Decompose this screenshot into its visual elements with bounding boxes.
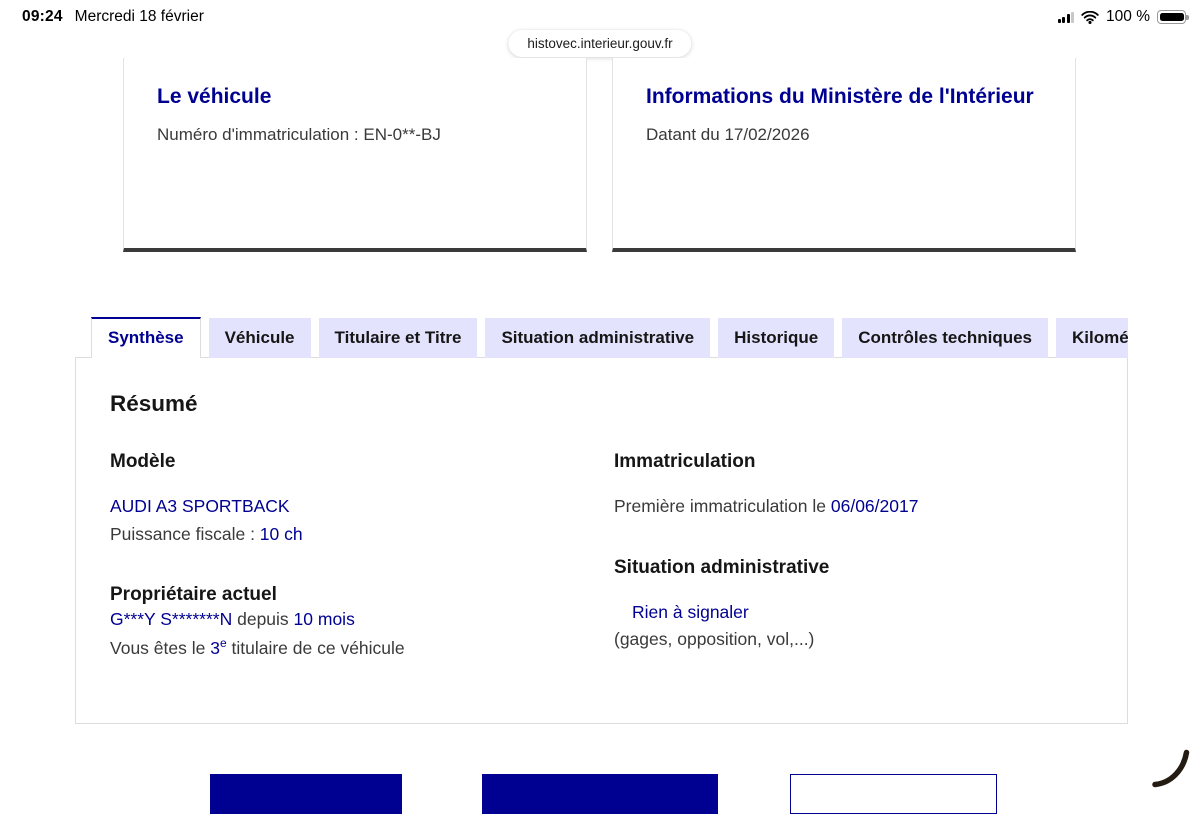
tab-historique[interactable]: Historique	[718, 318, 835, 358]
holder-rank-ordinal: e	[219, 635, 227, 650]
model-heading: Modèle	[110, 451, 176, 472]
model-name: AUDI A3 SPORTBACK	[110, 493, 580, 521]
footer-button-1[interactable]	[210, 774, 402, 814]
footer-button-2[interactable]	[482, 774, 718, 814]
summary-left-column: Modèle AUDI A3 SPORTBACK Puissance fisca…	[110, 451, 580, 662]
panel-title: Résumé	[110, 391, 198, 416]
ministry-info-card-body: Datant du 17/02/2026	[646, 124, 810, 144]
vehicle-card-title: Le véhicule	[157, 85, 272, 108]
status-bar: 09:24 Mercredi 18 février 100 %	[0, 0, 1200, 34]
owner-name-value: G***Y S*******N	[110, 609, 233, 630]
first-registration-label: Première immatriculation le	[614, 496, 831, 516]
tab-situation-administrative[interactable]: Situation administrative	[485, 318, 711, 358]
cards-row: Le véhicule Numéro d'immatriculation : E…	[123, 58, 1076, 252]
tab-vehicule[interactable]: Véhicule	[208, 318, 311, 358]
report-tabs: Synthèse Véhicule Titulaire et Titre Sit…	[91, 317, 1128, 358]
owner-heading: Propriétaire actuel	[110, 584, 277, 606]
tab-controles-techniques[interactable]: Contrôles techniques	[842, 318, 1049, 358]
address-bar-url: histovec.interieur.gouv.fr	[527, 36, 673, 51]
tab-synthese[interactable]: Synthèse	[91, 317, 201, 358]
holder-rank-value: 3	[210, 637, 220, 658]
owner-since-label: depuis	[232, 609, 294, 630]
model-name-value: AUDI A3 SPORTBACK	[110, 496, 290, 516]
admin-status-note: (gages, opposition, vol,...)	[614, 629, 815, 650]
wifi-icon	[1081, 10, 1099, 24]
clock-label: 09:24	[22, 8, 63, 25]
admin-status-heading: Situation administrative	[614, 556, 830, 578]
summary-right-column: Immatriculation Première immatriculation…	[614, 451, 1084, 654]
address-bar[interactable]: histovec.interieur.gouv.fr	[508, 30, 692, 57]
holder-prefix: Vous êtes le	[110, 637, 211, 658]
loading-spinner-arc-icon	[1152, 749, 1190, 788]
holder-suffix: titulaire de ce véhicule	[226, 637, 405, 658]
tab-titulaire-et-titre[interactable]: Titulaire et Titre	[318, 318, 478, 358]
first-registration-date: 06/06/2017	[830, 496, 919, 516]
vehicle-card-body: Numéro d'immatriculation : EN-0**-BJ	[157, 124, 441, 144]
tab-kilometrage[interactable]: Kilométrage	[1056, 318, 1128, 358]
ministry-info-card-title: Informations du Ministère de l'Intérieur	[646, 85, 1034, 108]
admin-status-line: Rien à signaler	[614, 599, 1084, 627]
admin-status-value: Rien à signaler	[632, 601, 749, 622]
owner-since-value: 10 mois	[293, 609, 355, 630]
footer-button-3[interactable]	[790, 774, 997, 814]
date-label: Mercredi 18 février	[74, 8, 204, 25]
owner-line: G***Y S*******N depuis 10 mois	[110, 606, 580, 634]
registration-heading: Immatriculation	[614, 451, 756, 472]
summary-panel: Résumé Modèle AUDI A3 SPORTBACK Puissanc…	[75, 357, 1128, 724]
holder-rank-line: Vous êtes le 3e titulaire de ce véhicule	[110, 634, 580, 662]
cellular-signal-icon	[1057, 11, 1075, 23]
vehicle-card: Le véhicule Numéro d'immatriculation : E…	[123, 58, 587, 252]
battery-percent-label: 100 %	[1106, 8, 1150, 25]
ministry-info-card: Informations du Ministère de l'Intérieur…	[612, 58, 1076, 252]
fiscal-power-label: Puissance fiscale :	[110, 523, 260, 544]
fiscal-power-line: Puissance fiscale : 10 ch	[110, 521, 580, 549]
fiscal-power-value: 10 ch	[259, 523, 303, 544]
first-registration-line: Première immatriculation le 06/06/2017	[614, 493, 1084, 521]
battery-icon	[1157, 10, 1189, 24]
